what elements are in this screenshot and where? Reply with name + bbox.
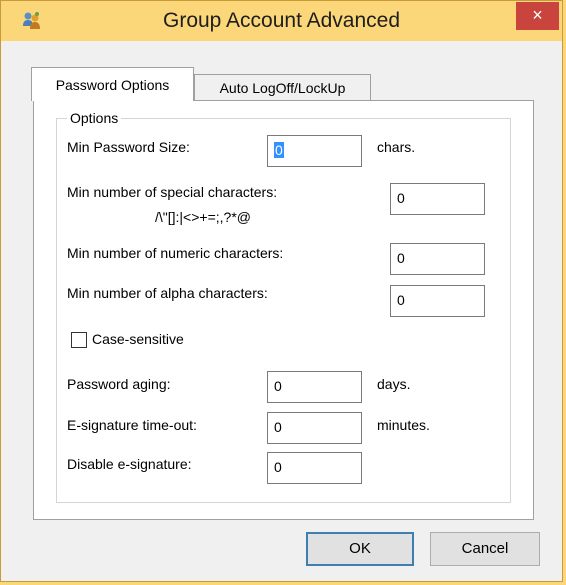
window-title: Group Account Advanced: [163, 9, 400, 32]
min-alpha-chars-label: Min number of alpha characters:: [67, 285, 268, 301]
title-bar[interactable]: Group Account Advanced ×: [1, 1, 562, 41]
tab-auto-logoff-lockup[interactable]: Auto LogOff/LockUp: [194, 74, 371, 101]
case-sensitive-checkbox[interactable]: [71, 332, 87, 348]
cancel-button[interactable]: Cancel: [430, 532, 540, 566]
esig-timeout-input[interactable]: 0: [267, 412, 362, 444]
esig-timeout-label: E-signature time-out:: [67, 417, 197, 433]
options-group-label: Options: [67, 110, 122, 126]
dialog-client-area: Password Options Auto LogOff/LockUp Opti…: [8, 41, 555, 576]
ok-button[interactable]: OK: [306, 532, 414, 566]
tab-password-options[interactable]: Password Options: [31, 67, 194, 101]
min-password-size-input[interactable]: 0: [267, 135, 362, 167]
min-special-chars-input[interactable]: 0: [390, 183, 485, 215]
tab-panel-password-options: Options Min Password Size: 0 chars. Min …: [33, 100, 534, 520]
special-chars-list: /\"[]:|<>+=;,?*@: [155, 209, 251, 225]
password-aging-label: Password aging:: [67, 376, 171, 392]
min-password-size-unit: chars.: [377, 139, 416, 155]
password-aging-input[interactable]: 0: [267, 371, 362, 403]
options-groupbox: Options Min Password Size: 0 chars. Min …: [56, 110, 511, 503]
close-button[interactable]: ×: [516, 2, 559, 30]
disable-esig-label: Disable e-signature:: [67, 456, 192, 472]
min-password-size-label: Min Password Size:: [67, 139, 190, 155]
password-aging-unit: days.: [377, 376, 411, 392]
min-numeric-chars-input[interactable]: 0: [390, 243, 485, 275]
min-numeric-chars-label: Min number of numeric characters:: [67, 245, 284, 261]
disable-esig-input[interactable]: 0: [267, 452, 362, 484]
min-alpha-chars-input[interactable]: 0: [390, 285, 485, 317]
esig-timeout-unit: minutes.: [377, 417, 430, 433]
close-icon: ×: [532, 5, 543, 25]
dialog-window: Group Account Advanced × Password Option…: [0, 0, 563, 582]
min-special-chars-label: Min number of special characters:: [67, 184, 278, 200]
case-sensitive-label[interactable]: Case-sensitive: [92, 331, 184, 347]
min-password-size-value: 0: [274, 142, 284, 158]
